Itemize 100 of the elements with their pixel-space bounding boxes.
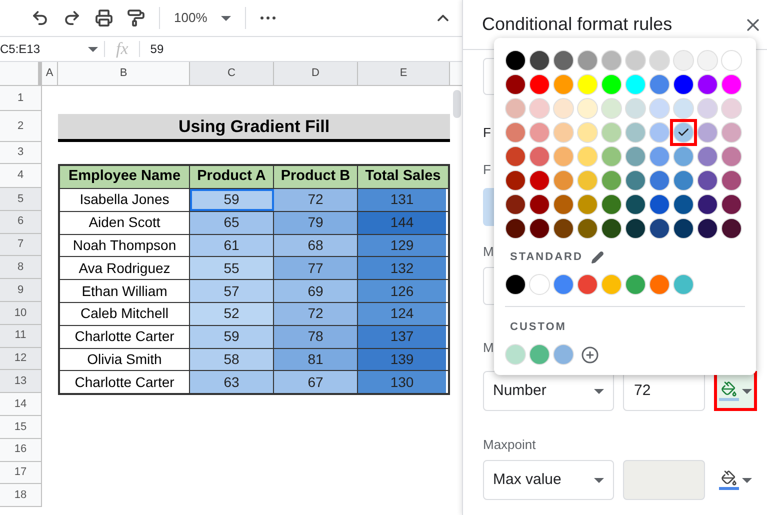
- color-swatch[interactable]: [601, 74, 622, 95]
- color-swatch[interactable]: [625, 194, 646, 215]
- color-swatch[interactable]: [649, 98, 670, 119]
- color-swatch[interactable]: [649, 194, 670, 215]
- row-header[interactable]: 6: [0, 210, 42, 234]
- color-swatch[interactable]: [697, 146, 718, 167]
- color-swatch[interactable]: [625, 50, 646, 71]
- color-swatch[interactable]: [529, 344, 550, 365]
- zoom-dropdown[interactable]: 100%: [174, 8, 232, 28]
- color-swatch[interactable]: [697, 218, 718, 239]
- color-swatch[interactable]: [553, 218, 574, 239]
- color-swatch[interactable]: [721, 146, 742, 167]
- row-header[interactable]: 12: [0, 348, 42, 370]
- color-swatch[interactable]: [697, 194, 718, 215]
- add-color-icon[interactable]: [581, 346, 599, 364]
- row-header[interactable]: 11: [0, 324, 42, 348]
- row-header[interactable]: 1: [0, 86, 42, 111]
- color-swatch[interactable]: [625, 274, 646, 294]
- color-swatch[interactable]: [697, 170, 718, 191]
- color-swatch[interactable]: [577, 50, 598, 71]
- color-swatch[interactable]: [577, 122, 598, 143]
- color-swatch[interactable]: [649, 122, 670, 143]
- column-header[interactable]: A: [42, 62, 58, 85]
- paint-format-icon[interactable]: [127, 9, 145, 27]
- color-swatch[interactable]: [673, 274, 694, 294]
- color-swatch[interactable]: [601, 98, 622, 119]
- row-header[interactable]: 13: [0, 370, 42, 394]
- color-swatch[interactable]: [601, 218, 622, 239]
- color-swatch[interactable]: [673, 98, 694, 119]
- color-swatch[interactable]: [721, 98, 742, 119]
- color-swatch[interactable]: [601, 274, 622, 294]
- color-swatch[interactable]: [553, 50, 574, 71]
- row-header[interactable]: 3: [0, 142, 42, 164]
- color-swatch[interactable]: [553, 170, 574, 191]
- color-swatch[interactable]: [625, 170, 646, 191]
- row-header[interactable]: 16: [0, 438, 42, 462]
- color-swatch[interactable]: [721, 122, 742, 143]
- color-swatch[interactable]: [529, 98, 550, 119]
- color-swatch[interactable]: [505, 218, 526, 239]
- color-swatch[interactable]: [601, 122, 622, 143]
- color-swatch[interactable]: [601, 50, 622, 71]
- color-swatch[interactable]: [625, 218, 646, 239]
- row-header[interactable]: 10: [0, 302, 42, 325]
- color-swatch[interactable]: [649, 274, 670, 294]
- color-swatch[interactable]: [721, 170, 742, 191]
- color-swatch[interactable]: [529, 146, 550, 167]
- print-icon[interactable]: [95, 9, 113, 27]
- color-swatch[interactable]: [673, 146, 694, 167]
- color-swatch[interactable]: [601, 146, 622, 167]
- color-swatch[interactable]: [529, 274, 550, 294]
- color-swatch[interactable]: [505, 98, 526, 119]
- color-swatch[interactable]: [721, 218, 742, 239]
- redo-icon[interactable]: [63, 9, 81, 27]
- color-swatch[interactable]: [721, 194, 742, 215]
- color-swatch[interactable]: [505, 344, 526, 365]
- more-icon[interactable]: [260, 16, 276, 20]
- color-swatch[interactable]: [505, 50, 526, 71]
- color-swatch[interactable]: [529, 122, 550, 143]
- color-swatch[interactable]: [625, 146, 646, 167]
- color-swatch[interactable]: [673, 218, 694, 239]
- color-swatch[interactable]: [553, 74, 574, 95]
- color-swatch[interactable]: [505, 146, 526, 167]
- color-swatch[interactable]: [697, 122, 718, 143]
- color-swatch[interactable]: [529, 218, 550, 239]
- row-header[interactable]: 7: [0, 234, 42, 256]
- color-swatch[interactable]: [625, 74, 646, 95]
- color-swatch[interactable]: [505, 274, 526, 294]
- color-swatch[interactable]: [673, 170, 694, 191]
- fill-color-button[interactable]: [714, 371, 757, 411]
- color-swatch[interactable]: [649, 74, 670, 95]
- color-swatch[interactable]: [553, 98, 574, 119]
- scrollbar-thumb[interactable]: [453, 90, 461, 118]
- color-swatch[interactable]: [553, 274, 574, 294]
- column-header[interactable]: E: [358, 62, 450, 85]
- color-swatch[interactable]: [529, 50, 550, 71]
- color-swatch[interactable]: [649, 50, 670, 71]
- color-swatch[interactable]: [505, 122, 526, 143]
- row-header[interactable]: 8: [0, 256, 42, 280]
- color-swatch[interactable]: [697, 74, 718, 95]
- color-swatch[interactable]: [505, 170, 526, 191]
- color-swatch[interactable]: [529, 194, 550, 215]
- color-swatch[interactable]: [673, 74, 694, 95]
- color-swatch[interactable]: [649, 146, 670, 167]
- row-header[interactable]: 18: [0, 484, 42, 508]
- undo-icon[interactable]: [31, 9, 49, 27]
- row-header[interactable]: 15: [0, 416, 42, 439]
- row-header[interactable]: 9: [0, 279, 42, 302]
- row-header[interactable]: 4: [0, 164, 42, 188]
- color-swatch[interactable]: [577, 218, 598, 239]
- color-swatch[interactable]: [649, 218, 670, 239]
- row-header[interactable]: 17: [0, 462, 42, 484]
- formula-value[interactable]: 59: [140, 40, 164, 58]
- color-swatch[interactable]: [625, 122, 646, 143]
- color-swatch[interactable]: [553, 146, 574, 167]
- color-swatch[interactable]: [505, 74, 526, 95]
- row-header[interactable]: 5: [0, 188, 42, 211]
- color-swatch[interactable]: [577, 74, 598, 95]
- color-swatch[interactable]: [577, 194, 598, 215]
- color-swatch[interactable]: [577, 98, 598, 119]
- row-header[interactable]: 14: [0, 393, 42, 416]
